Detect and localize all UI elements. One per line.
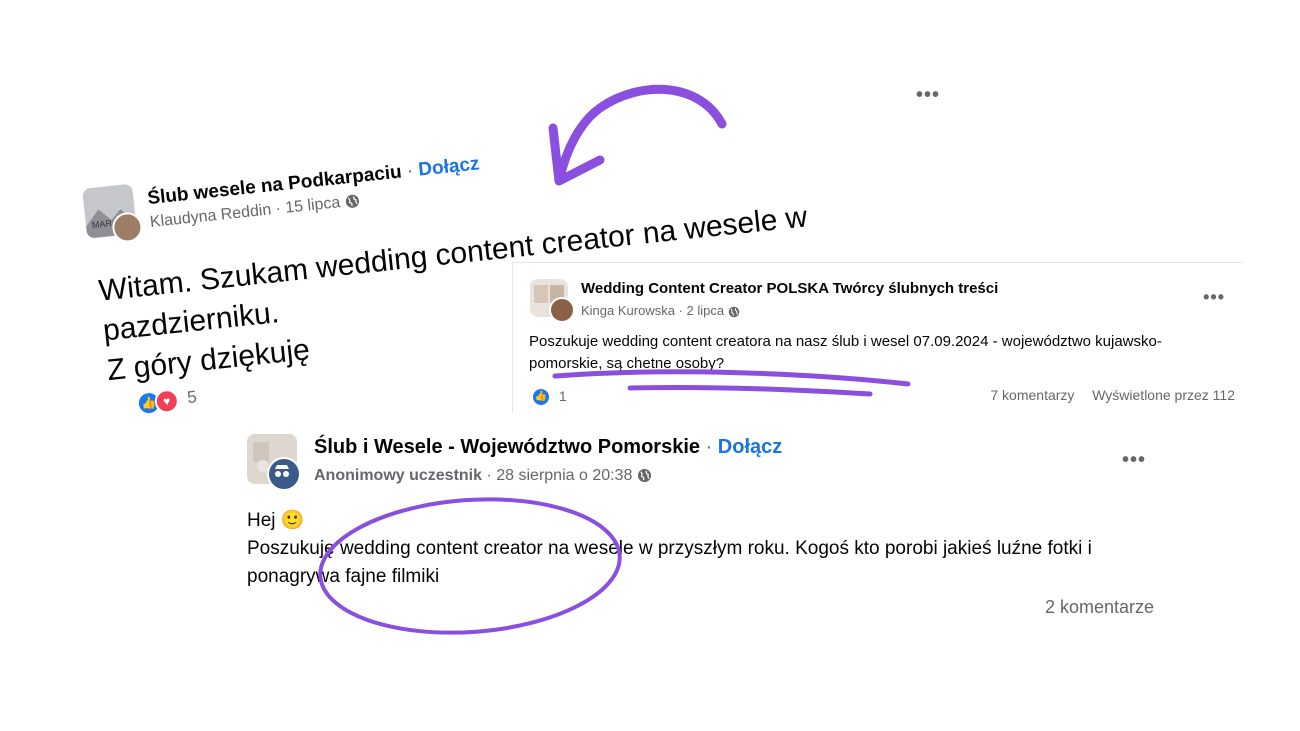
author-name[interactable]: Kinga Kurowska bbox=[581, 303, 675, 318]
globe-icon bbox=[637, 469, 651, 483]
more-options-icon[interactable]: ••• bbox=[916, 84, 940, 107]
reactions-summary[interactable]: 👍 ♥ 5 bbox=[135, 386, 198, 417]
separator: · bbox=[700, 436, 718, 458]
post-body-text: Poszukuję wedding content creator na wes… bbox=[247, 538, 1092, 587]
greeting-text: Hej bbox=[247, 510, 276, 531]
group-name[interactable]: Ślub i Wesele - Województwo Pomorskie bbox=[314, 436, 700, 458]
post-slub-wesele-pomorskie: Ślub i Wesele - Województwo Pomorskie · … bbox=[240, 425, 1170, 635]
post-meta: Anonimowy uczestnik · 28 sierpnia o 20:3… bbox=[314, 467, 652, 485]
like-count: 1 bbox=[558, 387, 567, 404]
globe-icon bbox=[728, 306, 739, 317]
join-button[interactable]: Dołącz bbox=[718, 436, 782, 458]
post-header: Ślub i Wesele - Województwo Pomorskie · … bbox=[314, 436, 782, 459]
comments-count[interactable]: 2 komentarze bbox=[1045, 597, 1154, 618]
post-date[interactable]: 28 sierpnia o 20:38 bbox=[496, 467, 632, 484]
anonymous-icon bbox=[275, 465, 289, 477]
post-body: Hej 🙂 Poszukuję wedding content creator … bbox=[247, 507, 1147, 591]
author-name: Anonimowy uczestnik bbox=[314, 467, 483, 484]
anonymous-avatar[interactable] bbox=[267, 457, 301, 491]
svg-text:MAR: MAR bbox=[91, 218, 112, 230]
post-body: Poszukuje wedding content creatora na na… bbox=[529, 333, 1162, 372]
smile-emoji-icon: 🙂 bbox=[280, 510, 305, 531]
post-meta: Kinga Kurowska · 2 lipca bbox=[581, 303, 740, 318]
join-button[interactable]: Dołącz bbox=[417, 153, 480, 180]
post-date[interactable]: 2 lipca bbox=[687, 303, 725, 318]
reaction-count: 5 bbox=[186, 387, 198, 408]
post-wedding-content-creator-polska: Wedding Content Creator POLSKA Twórcy śl… bbox=[512, 262, 1243, 413]
reactions-summary[interactable]: 👍 1 bbox=[531, 387, 567, 407]
author-avatar[interactable] bbox=[110, 210, 144, 244]
post-stats: 7 komentarzy Wyświetlone przez 112 bbox=[990, 387, 1235, 403]
more-options-icon[interactable]: ••• bbox=[1122, 449, 1146, 472]
greeting-line: Hej 🙂 bbox=[247, 507, 1147, 535]
like-icon: 👍 bbox=[531, 387, 551, 407]
post-date[interactable]: 15 lipca bbox=[284, 194, 341, 217]
author-avatar[interactable] bbox=[549, 297, 575, 323]
views-count: Wyświetlone przez 112 bbox=[1092, 387, 1235, 403]
comments-count[interactable]: 7 komentarzy bbox=[990, 387, 1074, 403]
globe-icon bbox=[345, 194, 359, 209]
more-options-icon[interactable]: ••• bbox=[1203, 287, 1225, 308]
group-name[interactable]: Wedding Content Creator POLSKA Twórcy śl… bbox=[581, 280, 998, 297]
